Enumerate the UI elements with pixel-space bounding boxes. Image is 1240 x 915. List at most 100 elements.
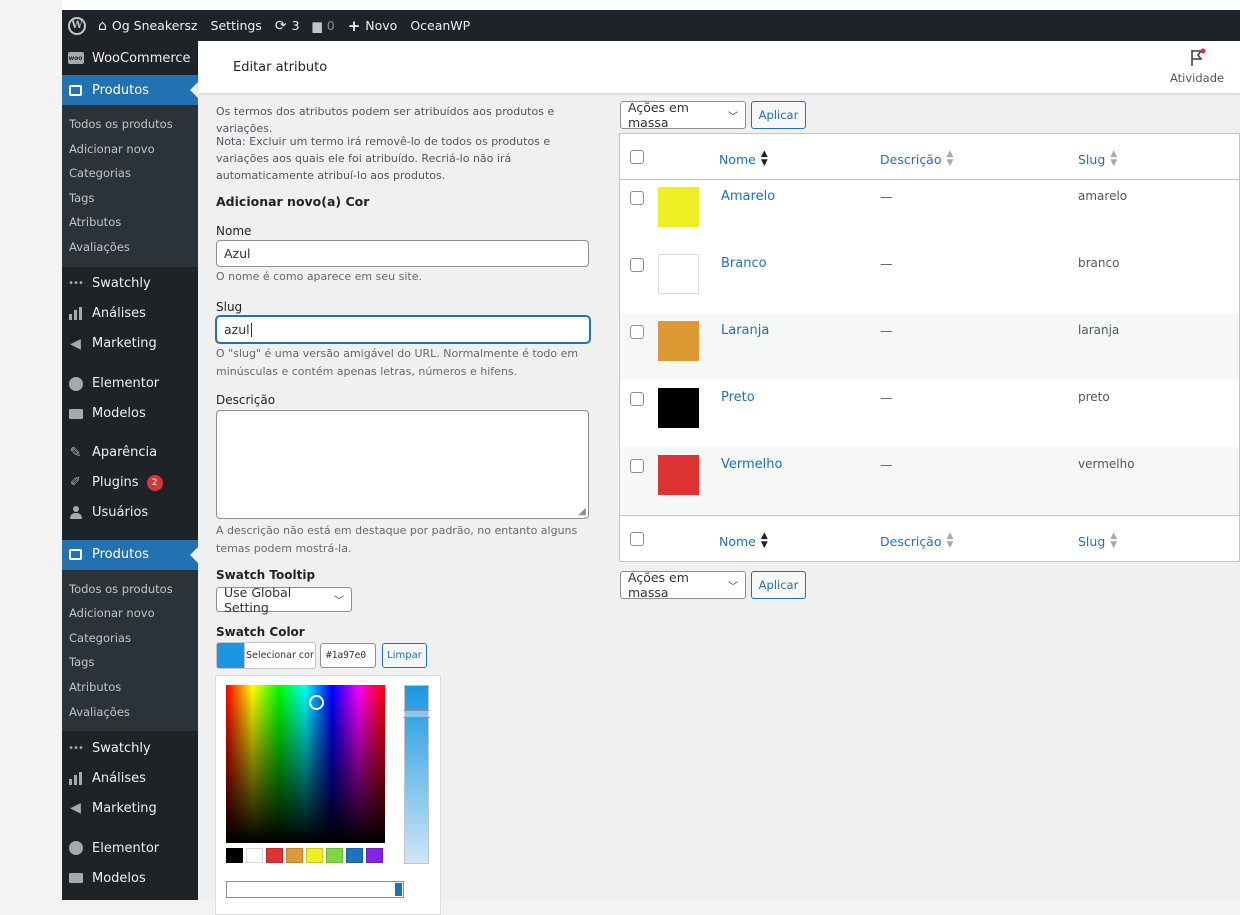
- column-footer-slug[interactable]: Slug ▲ ▼: [1078, 532, 1117, 550]
- menu-marketing-repeat[interactable]: ◀ Marketing: [62, 793, 198, 823]
- row-checkbox[interactable]: [630, 191, 644, 205]
- menu-aparencia[interactable]: ✎ Aparência: [62, 438, 198, 468]
- term-description: —: [880, 323, 893, 338]
- term-name-link[interactable]: Preto: [721, 390, 755, 405]
- term-name-link[interactable]: Amarelo: [721, 189, 775, 204]
- palette-swatch[interactable]: [226, 848, 243, 863]
- new-content-link[interactable]: + Novo: [348, 17, 398, 35]
- palette-swatch[interactable]: [306, 848, 323, 863]
- bulk-actions-select-top[interactable]: Ações em massa ﹀: [620, 100, 746, 130]
- resize-handle-icon[interactable]: ◢: [578, 506, 586, 517]
- clear-color-button[interactable]: Limpar: [382, 643, 427, 668]
- submenu-adicionar-novo[interactable]: Adicionar novo: [62, 601, 198, 626]
- menu-elementor-repeat[interactable]: Elementor: [62, 833, 198, 863]
- submenu-atributos[interactable]: Atributos: [62, 675, 198, 700]
- select-color-button[interactable]: Selecionar cor: [216, 642, 316, 669]
- menu-produtos-repeat[interactable]: Produtos: [62, 539, 198, 570]
- apply-button-top[interactable]: Aplicar: [751, 101, 806, 129]
- submenu-todos-produtos[interactable]: Todos os produtos: [62, 112, 198, 137]
- hex-input[interactable]: #1a97e0: [320, 643, 376, 668]
- submenu-todos-produtos[interactable]: Todos os produtos: [62, 577, 198, 602]
- submenu-atributos[interactable]: Atributos: [62, 210, 198, 235]
- color-spectrum[interactable]: [226, 685, 385, 843]
- alpha-handle[interactable]: [395, 883, 402, 896]
- chevron-down-icon: ﹀: [728, 111, 738, 123]
- activity-button[interactable]: Atividade: [1170, 47, 1224, 85]
- tooltip-select[interactable]: Use Global Setting ﹀: [216, 585, 352, 615]
- submenu-categorias[interactable]: Categorias: [62, 626, 198, 651]
- select-all-checkbox[interactable]: [630, 150, 644, 164]
- menu-elementor[interactable]: Elementor: [62, 369, 198, 399]
- column-header-slug[interactable]: Slug ▲ ▼: [1078, 150, 1117, 168]
- current-color-swatch: [217, 643, 245, 668]
- produtos-submenu: Todos os produtos Adicionar novo Categor…: [62, 105, 198, 267]
- palette-swatch[interactable]: [266, 848, 283, 863]
- palette-swatch[interactable]: [286, 848, 303, 863]
- bar-chart-icon: [67, 305, 84, 322]
- menu-modelos[interactable]: Modelos: [62, 399, 198, 429]
- menu-woocommerce[interactable]: woo WooCommerce: [62, 41, 198, 75]
- lightness-slider[interactable]: [403, 685, 430, 864]
- menu-marketing[interactable]: ◀ Marketing: [62, 329, 198, 359]
- menu-analises-repeat[interactable]: Análises: [62, 763, 198, 793]
- slider-handle[interactable]: [403, 710, 430, 718]
- row-checkbox[interactable]: [630, 459, 644, 473]
- page-title: Editar atributo: [233, 60, 328, 75]
- submenu-categorias[interactable]: Categorias: [62, 161, 198, 186]
- woocommerce-icon: woo: [67, 50, 84, 67]
- comments-link[interactable]: ▆ 0: [313, 18, 335, 33]
- description-textarea[interactable]: ◢: [216, 410, 589, 519]
- column-footer-name[interactable]: Nome ▲ ▼: [719, 532, 768, 550]
- bulk-actions-label: Ações em massa: [628, 570, 689, 600]
- chevron-down-icon: ﹀: [334, 596, 344, 607]
- palette-swatch[interactable]: [346, 848, 363, 863]
- wordpress-logo-icon[interactable]: W: [68, 16, 86, 35]
- submenu-tags[interactable]: Tags: [62, 186, 198, 211]
- submenu-adicionar-novo[interactable]: Adicionar novo: [62, 137, 198, 162]
- name-input[interactable]: Azul: [216, 240, 589, 267]
- spectrum-handle[interactable]: [309, 695, 324, 710]
- menu-plugins[interactable]: ✐ Plugins 2: [62, 468, 198, 498]
- palette-swatch[interactable]: [326, 848, 343, 863]
- slug-input[interactable]: azul: [216, 316, 590, 343]
- menu-usuarios[interactable]: Usuários: [62, 498, 198, 528]
- palette-swatch[interactable]: [246, 848, 263, 863]
- submenu-avaliacoes[interactable]: Avaliações: [62, 700, 198, 725]
- term-name-link[interactable]: Vermelho: [721, 457, 782, 472]
- updates-count: 3: [291, 18, 300, 33]
- row-checkbox[interactable]: [630, 392, 644, 406]
- flag-icon: [1187, 47, 1207, 69]
- column-header-description[interactable]: Descrição ▲ ▼: [880, 150, 953, 168]
- menu-modelos-repeat[interactable]: Modelos: [62, 863, 198, 893]
- sort-icon: ▲ ▼: [1110, 531, 1118, 550]
- new-label: Novo: [365, 18, 398, 33]
- select-all-checkbox-footer[interactable]: [630, 532, 644, 546]
- theme-label: OceanWP: [410, 18, 471, 33]
- theme-link[interactable]: OceanWP: [410, 18, 470, 33]
- term-slug: preto: [1078, 390, 1110, 404]
- bulk-actions-select-bottom[interactable]: Ações em massa ﹀: [620, 570, 746, 600]
- settings-link[interactable]: Settings: [211, 18, 262, 33]
- menu-analises[interactable]: Análises: [62, 299, 198, 329]
- term-name-link[interactable]: Laranja: [721, 323, 769, 338]
- elementor-icon: [67, 375, 84, 392]
- alpha-slider[interactable]: [226, 881, 404, 898]
- site-name-link[interactable]: ⌂ Og Sneakersz: [98, 18, 198, 34]
- apply-button-bottom[interactable]: Aplicar: [751, 571, 806, 599]
- menu-produtos[interactable]: Produtos: [62, 75, 198, 105]
- column-label: Descrição: [880, 151, 942, 167]
- updates-link[interactable]: ⟳ 3: [275, 18, 300, 34]
- row-checkbox[interactable]: [630, 325, 644, 339]
- submenu-avaliacoes[interactable]: Avaliações: [62, 235, 198, 260]
- column-label: Descrição: [880, 533, 942, 549]
- slug-value: azul: [224, 322, 250, 337]
- column-header-name[interactable]: Nome ▲ ▼: [719, 150, 768, 168]
- menu-swatchly-repeat[interactable]: ••• Swatchly: [62, 733, 198, 763]
- row-checkbox[interactable]: [630, 258, 644, 272]
- term-name-link[interactable]: Branco: [721, 256, 767, 271]
- column-footer-description[interactable]: Descrição ▲ ▼: [880, 532, 953, 550]
- menu-label: Aparência: [92, 445, 158, 461]
- submenu-tags[interactable]: Tags: [62, 650, 198, 675]
- menu-swatchly[interactable]: ••• Swatchly: [62, 269, 198, 299]
- palette-swatch[interactable]: [366, 848, 383, 863]
